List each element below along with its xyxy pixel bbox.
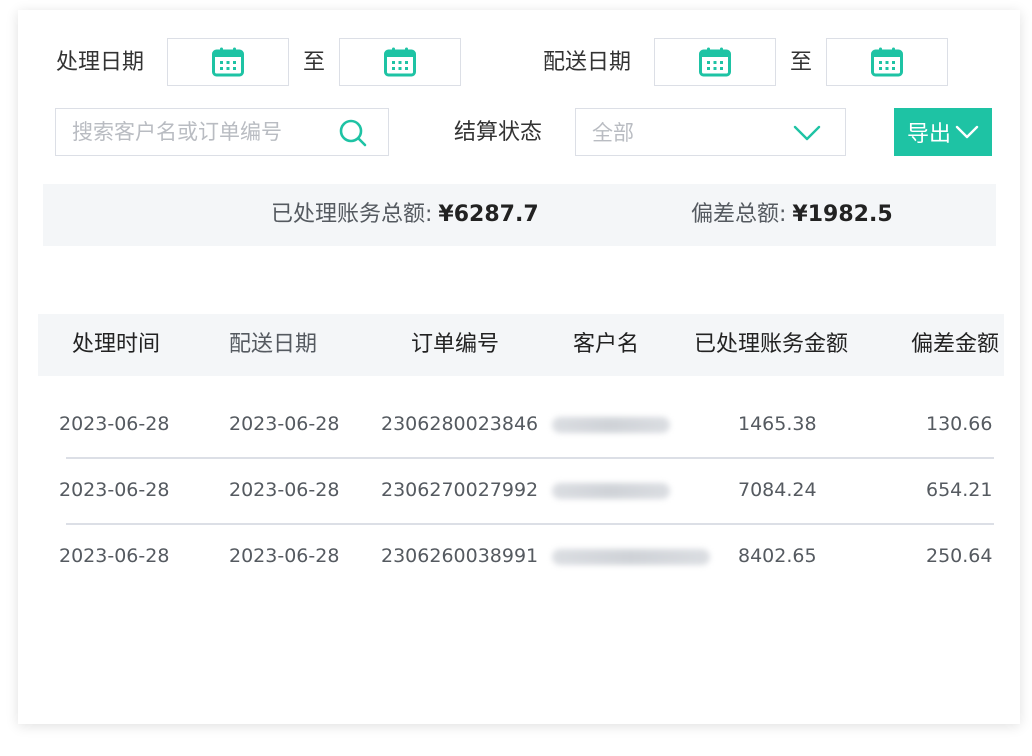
table-row[interactable]: 2023-06-28 2023-06-28 2306270027992 7084…	[38, 457, 1004, 525]
summary-bar: 已处理账务总额: ¥6287.7 偏差总额: ¥1982.5	[43, 184, 996, 246]
cell-process-time: 2023-06-28	[59, 545, 170, 567]
delivery-date-end-picker[interactable]	[826, 38, 948, 86]
calendar-icon	[212, 47, 244, 77]
cell-delivery-date: 2023-06-28	[229, 413, 340, 435]
settle-status-value: 全部	[592, 121, 634, 145]
deviation-total: 偏差总额: ¥1982.5	[691, 200, 893, 231]
chevron-down-icon	[955, 125, 979, 139]
calendar-icon	[699, 47, 731, 77]
cell-customer-name-redacted	[552, 417, 670, 433]
deviation-total-label: 偏差总额:	[691, 202, 787, 227]
processed-total-value: ¥6287.7	[438, 202, 539, 227]
cell-deviation-amount: 130.66	[926, 413, 993, 435]
delivery-date-label: 配送日期	[543, 50, 632, 75]
process-date-label: 处理日期	[56, 50, 145, 75]
processed-total-label: 已处理账务总额:	[271, 202, 433, 227]
table-header: 处理时间 配送日期 订单编号 客户名 已处理账务金额 偏差金额	[38, 314, 1004, 376]
cell-order-no: 2306280023846	[381, 413, 539, 435]
table-row[interactable]: 2023-06-28 2023-06-28 2306280023846 1465…	[38, 391, 1004, 459]
calendar-icon	[871, 47, 903, 77]
search-icon[interactable]	[338, 118, 368, 148]
cell-processed-amount: 1465.38	[738, 413, 817, 435]
cell-deviation-amount: 654.21	[926, 479, 993, 501]
cell-delivery-date: 2023-06-28	[229, 479, 340, 501]
calendar-icon	[384, 47, 416, 77]
cell-processed-amount: 8402.65	[738, 545, 817, 567]
cell-processed-amount: 7084.24	[738, 479, 817, 501]
process-date-end-picker[interactable]	[339, 38, 461, 86]
header-process-time[interactable]: 处理时间	[72, 330, 160, 360]
chevron-down-icon	[793, 125, 821, 141]
header-processed-amount[interactable]: 已处理账务金额	[694, 330, 848, 360]
header-order-no[interactable]: 订单编号	[411, 330, 499, 360]
cell-customer-name-redacted	[552, 549, 710, 565]
search-box	[55, 108, 389, 156]
processed-total: 已处理账务总额: ¥6287.7	[271, 200, 539, 231]
cell-process-time: 2023-06-28	[59, 479, 170, 501]
cell-customer-name-redacted	[552, 483, 670, 499]
process-date-to-label: 至	[303, 50, 326, 75]
cell-order-no: 2306260038991	[381, 545, 539, 567]
delivery-date-start-picker[interactable]	[654, 38, 776, 86]
header-customer-name[interactable]: 客户名	[573, 330, 639, 360]
cell-deviation-amount: 250.64	[926, 545, 993, 567]
header-deviation-amount[interactable]: 偏差金额	[911, 330, 999, 360]
settle-status-label: 结算状态	[454, 120, 543, 145]
export-button[interactable]: 导出	[894, 108, 992, 156]
search-input[interactable]	[56, 109, 326, 155]
deviation-total-value: ¥1982.5	[792, 202, 893, 227]
header-delivery-date[interactable]: 配送日期	[229, 330, 317, 360]
process-date-start-picker[interactable]	[167, 38, 289, 86]
settle-status-select[interactable]: 全部	[575, 108, 846, 156]
delivery-date-to-label: 至	[790, 50, 813, 75]
cell-order-no: 2306270027992	[381, 479, 539, 501]
table-row[interactable]: 2023-06-28 2023-06-28 2306260038991 8402…	[38, 523, 1004, 589]
export-button-label: 导出	[906, 122, 951, 147]
cell-delivery-date: 2023-06-28	[229, 545, 340, 567]
cell-process-time: 2023-06-28	[59, 413, 170, 435]
